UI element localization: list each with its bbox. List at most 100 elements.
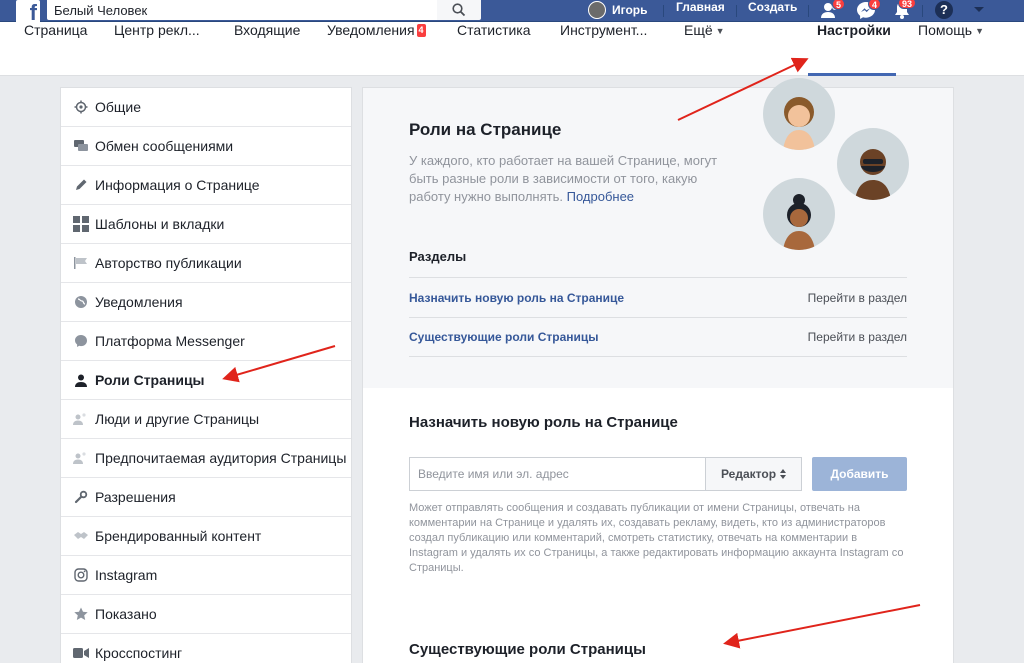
nav-notifications-badge: 4: [417, 24, 426, 37]
page-title: Роли на Странице: [409, 120, 561, 140]
people-icon: [72, 449, 90, 467]
sidebar-item-people-pages[interactable]: Люди и другие Страницы: [61, 400, 351, 439]
search-icon: [452, 3, 466, 17]
person-icon: [72, 371, 90, 389]
instagram-icon: [72, 566, 90, 584]
search-input[interactable]: [47, 0, 437, 20]
roles-description: У каждого, кто работает на вашей Страниц…: [409, 152, 729, 206]
sidebar-item-page-info[interactable]: Информация о Странице: [61, 166, 351, 205]
sidebar-item-crossposting[interactable]: Кросспостинг: [61, 634, 351, 663]
nav-notifications-label: Уведомления: [327, 22, 415, 38]
name-email-input[interactable]: [409, 457, 705, 491]
sidebar-item-label: Брендированный контент: [95, 528, 261, 544]
settings-sidebar: Общие Обмен сообщениями Информация о Стр…: [60, 87, 352, 663]
existing-roles-link[interactable]: Существующие роли Страницы: [409, 330, 599, 344]
illustration-avatar: [763, 78, 835, 150]
nav-more-label: Ещё: [684, 22, 713, 38]
assign-role-title: Назначить новую роль на Странице: [409, 414, 678, 431]
sidebar-item-label: Шаблоны и вкладки: [95, 216, 224, 232]
sidebar-item-label: Кросспостинг: [95, 645, 182, 661]
messages-badge: 4: [868, 0, 881, 10]
role-dropdown-value: Редактор: [721, 467, 776, 481]
sidebar-item-label: Информация о Странице: [95, 177, 260, 193]
star-icon: [72, 605, 90, 623]
nav-page[interactable]: Страница: [24, 22, 87, 76]
page-roles-panel: Роли на Странице У каждого, кто работает…: [362, 87, 954, 663]
sidebar-item-label: Instagram: [95, 567, 157, 583]
goto-section-link[interactable]: Перейти в раздел: [808, 291, 907, 305]
sidebar-item-label: Показано: [95, 606, 157, 622]
search-box[interactable]: [47, 0, 437, 20]
chat-icon: [72, 137, 90, 155]
facebook-logo[interactable]: f: [16, 0, 40, 22]
role-help-text: Может отправлять сообщения и создавать п…: [409, 501, 907, 576]
updown-caret-icon: [780, 469, 786, 479]
video-icon: [72, 644, 90, 662]
sidebar-item-label: Роли Страницы: [95, 372, 205, 388]
search-button[interactable]: [437, 0, 481, 20]
sidebar-item-label: Люди и другие Страницы: [95, 411, 259, 427]
wrench-icon: [72, 488, 90, 506]
caret-down-icon: ▼: [716, 26, 725, 36]
sidebar-item-post-attribution[interactable]: Авторство публикации: [61, 244, 351, 283]
people-icon: [72, 410, 90, 428]
goto-section-link[interactable]: Перейти в раздел: [808, 330, 907, 344]
section-row[interactable]: Существующие роли Страницы Перейти в раз…: [409, 317, 907, 357]
nav-more[interactable]: Ещё▼: [684, 22, 725, 76]
roles-hero: Роли на Странице У каждого, кто работает…: [363, 88, 953, 388]
nav-tools[interactable]: Инструмент...: [560, 22, 647, 76]
sidebar-item-notifications[interactable]: Уведомления: [61, 283, 351, 322]
sidebar-item-label: Авторство публикации: [95, 255, 242, 271]
page-nav: Страница Центр рекл... Входящие Уведомле…: [0, 22, 1024, 76]
globe-icon: [72, 293, 90, 311]
create-link[interactable]: Создать: [748, 0, 797, 20]
sidebar-item-instagram[interactable]: Instagram: [61, 556, 351, 595]
divider: [663, 5, 664, 17]
add-button[interactable]: Добавить: [812, 457, 907, 491]
grid-icon: [72, 215, 90, 233]
nav-settings[interactable]: Настройки: [817, 22, 891, 76]
gear-icon: [72, 98, 90, 116]
profile-link[interactable]: Игорь: [588, 0, 648, 20]
top-bar: f Игорь Главная Создать 5 4 93 ?: [0, 0, 1024, 22]
sidebar-item-label: Общие: [95, 99, 141, 115]
illustration-avatar: [837, 128, 909, 200]
caret-down-icon: ▼: [975, 26, 984, 36]
sidebar-item-label: Предпочитаемая аудитория Страницы: [95, 450, 346, 466]
sidebar-item-page-roles[interactable]: Роли Страницы: [61, 361, 351, 400]
sidebar-item-preferred-audience[interactable]: Предпочитаемая аудитория Страницы: [61, 439, 351, 478]
nav-insights[interactable]: Статистика: [457, 22, 531, 76]
flag-icon: [72, 254, 90, 272]
nav-notifications[interactable]: Уведомления4: [327, 22, 426, 76]
avatar: [588, 1, 606, 19]
sidebar-item-messaging[interactable]: Обмен сообщениями: [61, 127, 351, 166]
nav-inbox[interactable]: Входящие: [234, 22, 300, 76]
divider: [736, 5, 737, 17]
handshake-icon: [72, 527, 90, 545]
sidebar-item-label: Уведомления: [95, 294, 183, 310]
sidebar-item-templates[interactable]: Шаблоны и вкладки: [61, 205, 351, 244]
sidebar-item-messenger-platform[interactable]: Платформа Messenger: [61, 322, 351, 361]
help-button[interactable]: ?: [935, 0, 953, 20]
nav-ad-center[interactable]: Центр рекл...: [114, 22, 200, 76]
help-icon: ?: [935, 1, 953, 19]
sidebar-item-label: Разрешения: [95, 489, 176, 505]
learn-more-link[interactable]: Подробнее: [567, 189, 634, 204]
sections-label: Разделы: [409, 249, 466, 264]
sidebar-item-permissions[interactable]: Разрешения: [61, 478, 351, 517]
assign-role-link[interactable]: Назначить новую роль на Странице: [409, 291, 624, 305]
sidebar-item-label: Обмен сообщениями: [95, 138, 233, 154]
section-row[interactable]: Назначить новую роль на Странице Перейти…: [409, 277, 907, 317]
role-dropdown[interactable]: Редактор: [705, 457, 802, 491]
nav-help-label: Помощь: [918, 22, 972, 38]
nav-help[interactable]: Помощь▼: [918, 22, 984, 76]
sidebar-item-branded-content[interactable]: Брендированный контент: [61, 517, 351, 556]
sidebar-item-featured[interactable]: Показано: [61, 595, 351, 634]
sidebar-item-general[interactable]: Общие: [61, 88, 351, 127]
active-tab-indicator: [808, 73, 896, 76]
illustration-avatar: [763, 178, 835, 250]
friend-requests-badge: 5: [832, 0, 845, 10]
home-link[interactable]: Главная: [676, 0, 725, 20]
roles-description-text: У каждого, кто работает на вашей Страниц…: [409, 153, 717, 204]
account-menu-button[interactable]: [973, 0, 985, 20]
